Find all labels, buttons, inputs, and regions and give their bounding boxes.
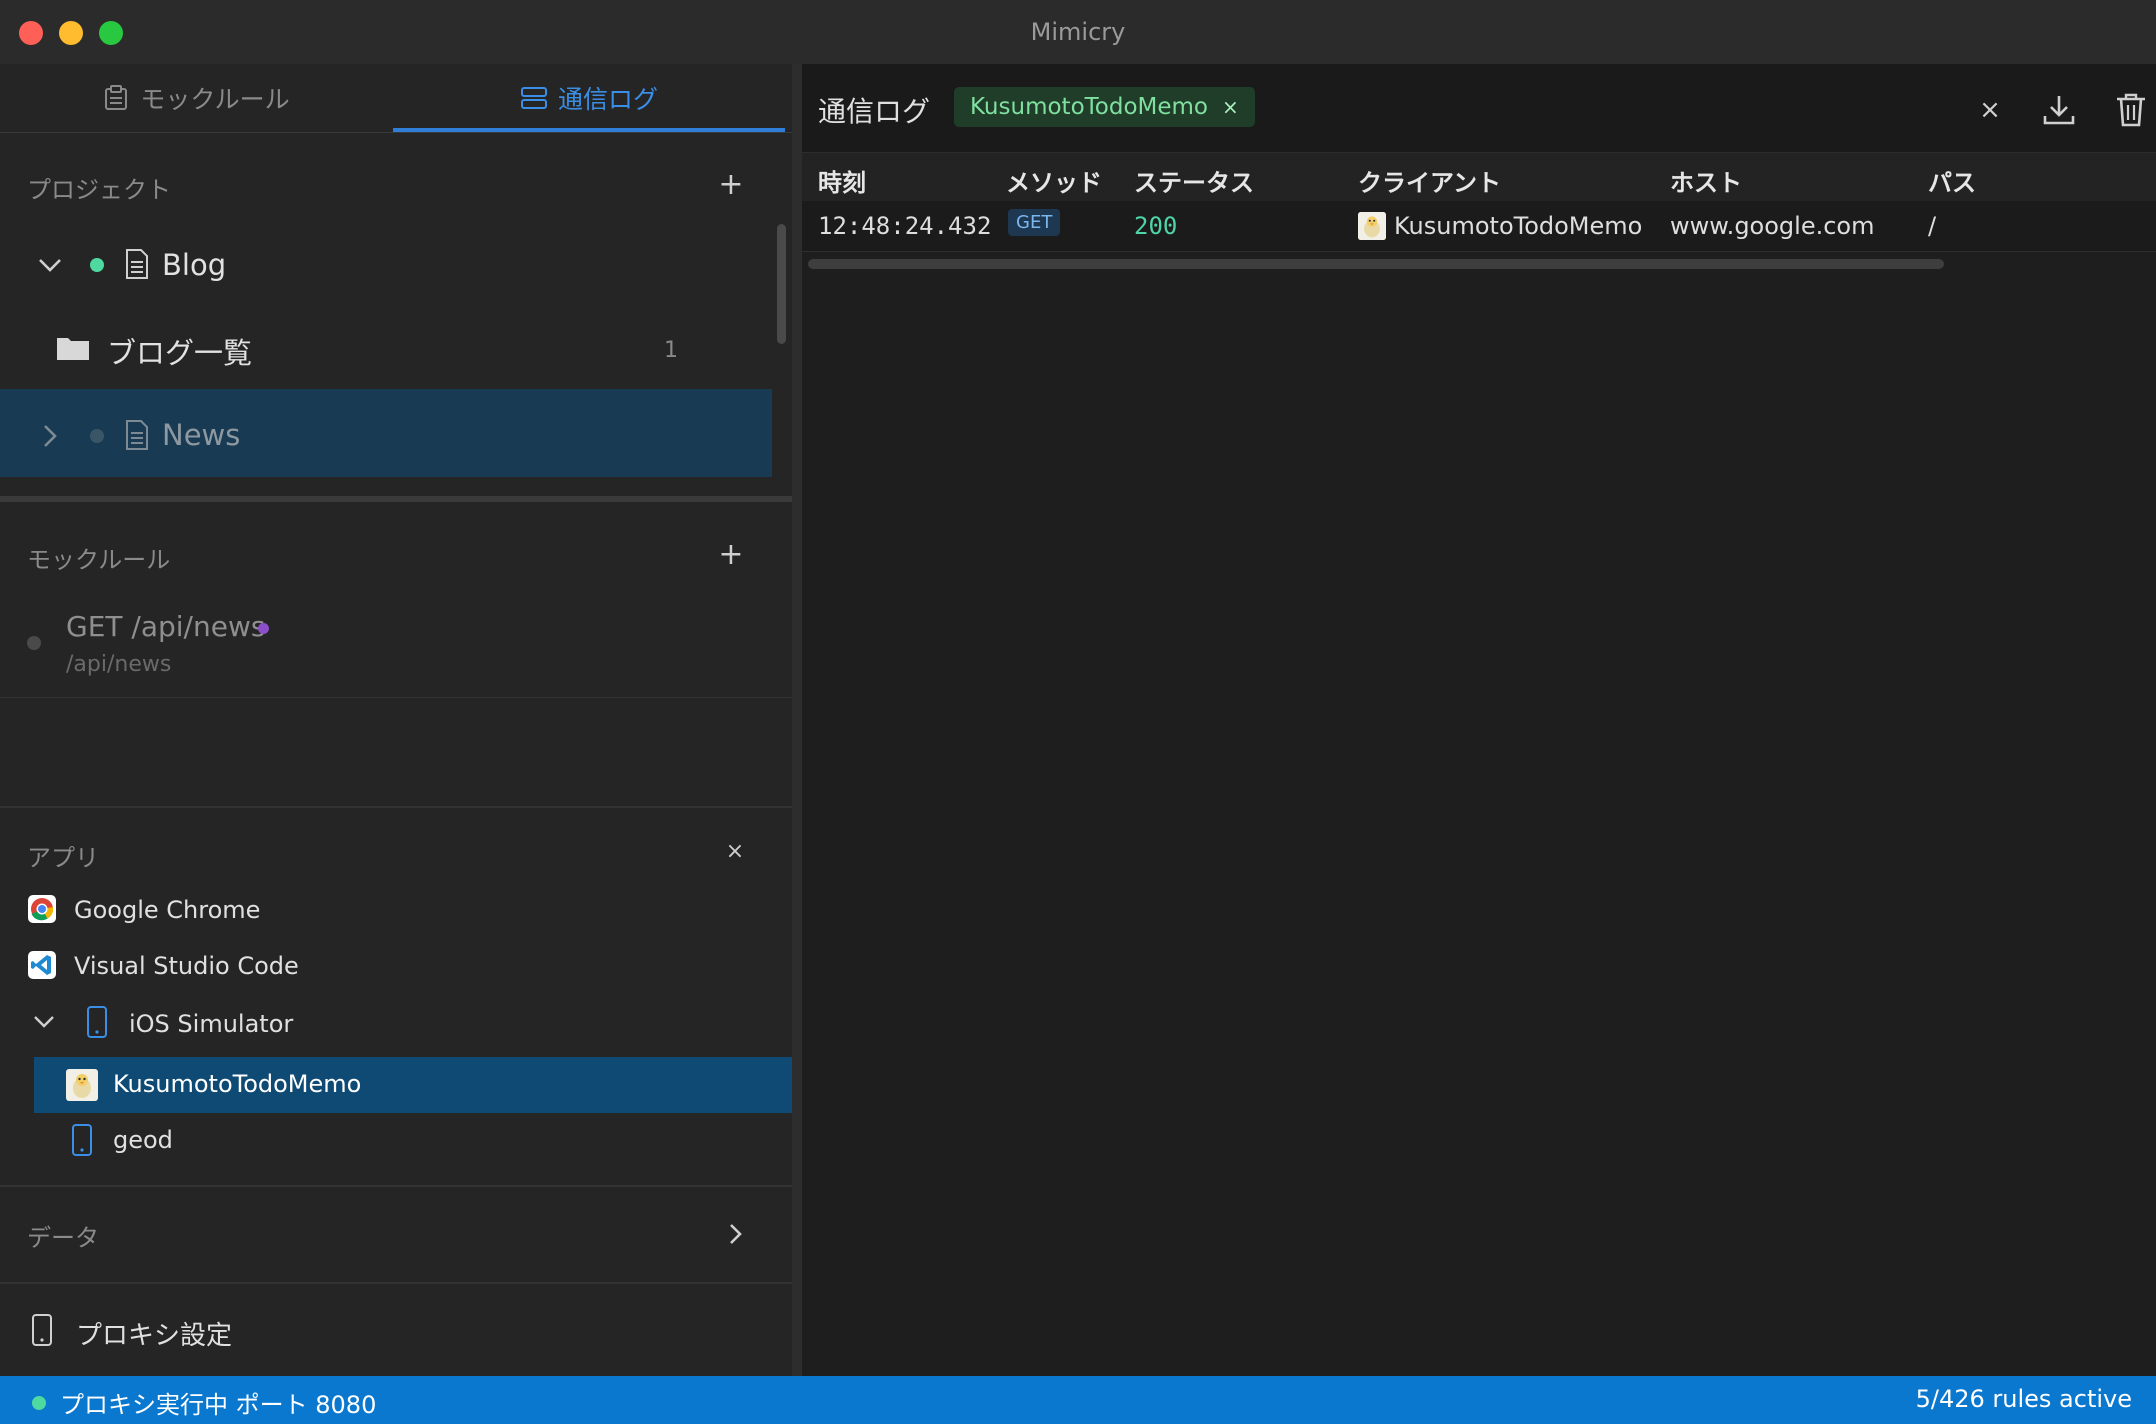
pane-splitter[interactable] bbox=[792, 64, 802, 1376]
table-horizontal-scrollbar[interactable] bbox=[808, 259, 1944, 269]
project-name: News bbox=[162, 418, 241, 452]
tab-mock-rules[interactable]: モックルール bbox=[0, 64, 392, 132]
window-title: Mimicry bbox=[1030, 18, 1126, 46]
section-divider bbox=[0, 806, 792, 808]
section-divider[interactable] bbox=[0, 496, 792, 502]
close-icon[interactable]: × bbox=[1222, 95, 1239, 119]
row-path: / bbox=[1928, 212, 1937, 240]
project-name: Blog bbox=[162, 248, 227, 282]
chevron-right-icon[interactable] bbox=[728, 1222, 744, 1246]
phone-icon bbox=[72, 1124, 92, 1156]
row-host: www.google.com bbox=[1670, 212, 1875, 240]
sidebar: モックルール 通信ログ プロジェクト + Blog ブログ一覧 1 News モ… bbox=[0, 64, 792, 1376]
server-icon bbox=[520, 87, 547, 109]
project-status-dot bbox=[90, 429, 104, 443]
rule-indicator-dot bbox=[258, 623, 269, 634]
traffic-log-header: 通信ログ KusumotoTodoMemo × × bbox=[802, 64, 2156, 153]
project-status-dot bbox=[90, 258, 104, 272]
column-time[interactable]: 時刻 bbox=[818, 163, 866, 198]
clear-filter-button[interactable]: × bbox=[1970, 90, 2010, 130]
proxy-settings-label: プロキシ設定 bbox=[76, 1321, 233, 1351]
trash-icon bbox=[2117, 93, 2145, 127]
app-name: KusumotoTodoMemo bbox=[113, 1070, 362, 1098]
tab-mock-rules-label: モックルール bbox=[140, 85, 290, 114]
proxy-status: プロキシ実行中 ポート 8080 bbox=[32, 1385, 376, 1420]
proxy-running-dot bbox=[32, 1395, 46, 1410]
mock-rules-header: モックルール bbox=[27, 546, 171, 574]
status-bar: プロキシ実行中 ポート 8080 5/426 rules active bbox=[0, 1376, 2156, 1424]
page-title: 通信ログ bbox=[818, 95, 931, 128]
rules-active-count: 5/426 rules active bbox=[1915, 1385, 2132, 1413]
add-project-button[interactable]: + bbox=[716, 170, 746, 200]
project-news[interactable] bbox=[0, 389, 772, 477]
folder-count: 1 bbox=[664, 338, 678, 363]
phone-icon bbox=[32, 1314, 52, 1346]
title-bar: Mimicry bbox=[0, 0, 2156, 65]
vscode-icon bbox=[28, 951, 56, 979]
method-badge: GET bbox=[1008, 209, 1061, 236]
clipboard-icon bbox=[105, 85, 128, 110]
clear-apps-button[interactable]: × bbox=[720, 837, 750, 867]
folder-icon bbox=[57, 338, 89, 360]
phone-icon bbox=[87, 1006, 107, 1038]
app-name: Google Chrome bbox=[74, 896, 261, 924]
proxy-status-text: プロキシ実行中 ポート 8080 bbox=[60, 1391, 377, 1419]
column-client[interactable]: クライアント bbox=[1358, 163, 1501, 198]
row-status: 200 bbox=[1134, 212, 1178, 240]
section-divider bbox=[0, 1185, 792, 1187]
app-name: Visual Studio Code bbox=[74, 952, 299, 980]
export-button[interactable] bbox=[2039, 90, 2079, 130]
filter-chip-label: KusumotoTodoMemo bbox=[970, 94, 1208, 120]
projects-header: プロジェクト bbox=[27, 176, 171, 204]
column-status[interactable]: ステータス bbox=[1134, 163, 1254, 198]
main-panel: 通信ログ KusumotoTodoMemo × × 時刻 メソッド ステータス … bbox=[802, 64, 2156, 1376]
delete-logs-button[interactable] bbox=[2111, 90, 2151, 130]
table-header: 時刻 メソッド ステータス クライアント ホスト パス bbox=[802, 153, 2156, 201]
app-icon bbox=[1358, 212, 1386, 240]
chrome-icon bbox=[28, 895, 56, 923]
app-window: Mimicry モックルール 通信ログ プロジェクト + Blog ブログ一覧 … bbox=[0, 0, 2156, 1424]
sidebar-tabs: モックルール 通信ログ bbox=[0, 64, 792, 133]
download-icon bbox=[2043, 96, 2075, 125]
mock-rule-path: /api/news bbox=[66, 652, 172, 677]
projects-scrollbar[interactable] bbox=[777, 224, 786, 344]
tab-traffic-log-label: 通信ログ bbox=[557, 85, 658, 114]
document-icon bbox=[126, 420, 148, 450]
app-name: geod bbox=[113, 1126, 173, 1154]
section-divider bbox=[0, 1282, 792, 1284]
add-mock-rule-button[interactable]: + bbox=[716, 540, 746, 570]
data-header: データ bbox=[27, 1224, 99, 1252]
row-time: 12:48:24.432 bbox=[818, 212, 992, 240]
apps-header: アプリ bbox=[27, 844, 99, 872]
table-row[interactable]: 12:48:24.432 GET 200 KusumotoTodoMemo ww… bbox=[802, 201, 2156, 252]
app-name: iOS Simulator bbox=[129, 1010, 294, 1038]
row-client: KusumotoTodoMemo bbox=[1394, 212, 1643, 240]
document-icon bbox=[126, 249, 148, 279]
column-host[interactable]: ホスト bbox=[1670, 163, 1742, 198]
rule-status-dot bbox=[27, 636, 41, 650]
folder-name: ブログ一覧 bbox=[107, 336, 253, 370]
chevron-down-icon[interactable] bbox=[37, 257, 63, 273]
mock-rule-title: GET /api/news bbox=[66, 610, 266, 643]
chevron-down-icon[interactable] bbox=[33, 1015, 55, 1029]
column-method[interactable]: メソッド bbox=[1006, 163, 1102, 198]
tab-traffic-log[interactable]: 通信ログ bbox=[393, 64, 785, 132]
list-divider bbox=[0, 697, 792, 698]
filter-chip[interactable]: KusumotoTodoMemo × bbox=[954, 87, 1255, 127]
app-icon bbox=[66, 1069, 98, 1101]
column-path[interactable]: パス bbox=[1928, 163, 1976, 198]
chevron-right-icon[interactable] bbox=[42, 423, 58, 449]
